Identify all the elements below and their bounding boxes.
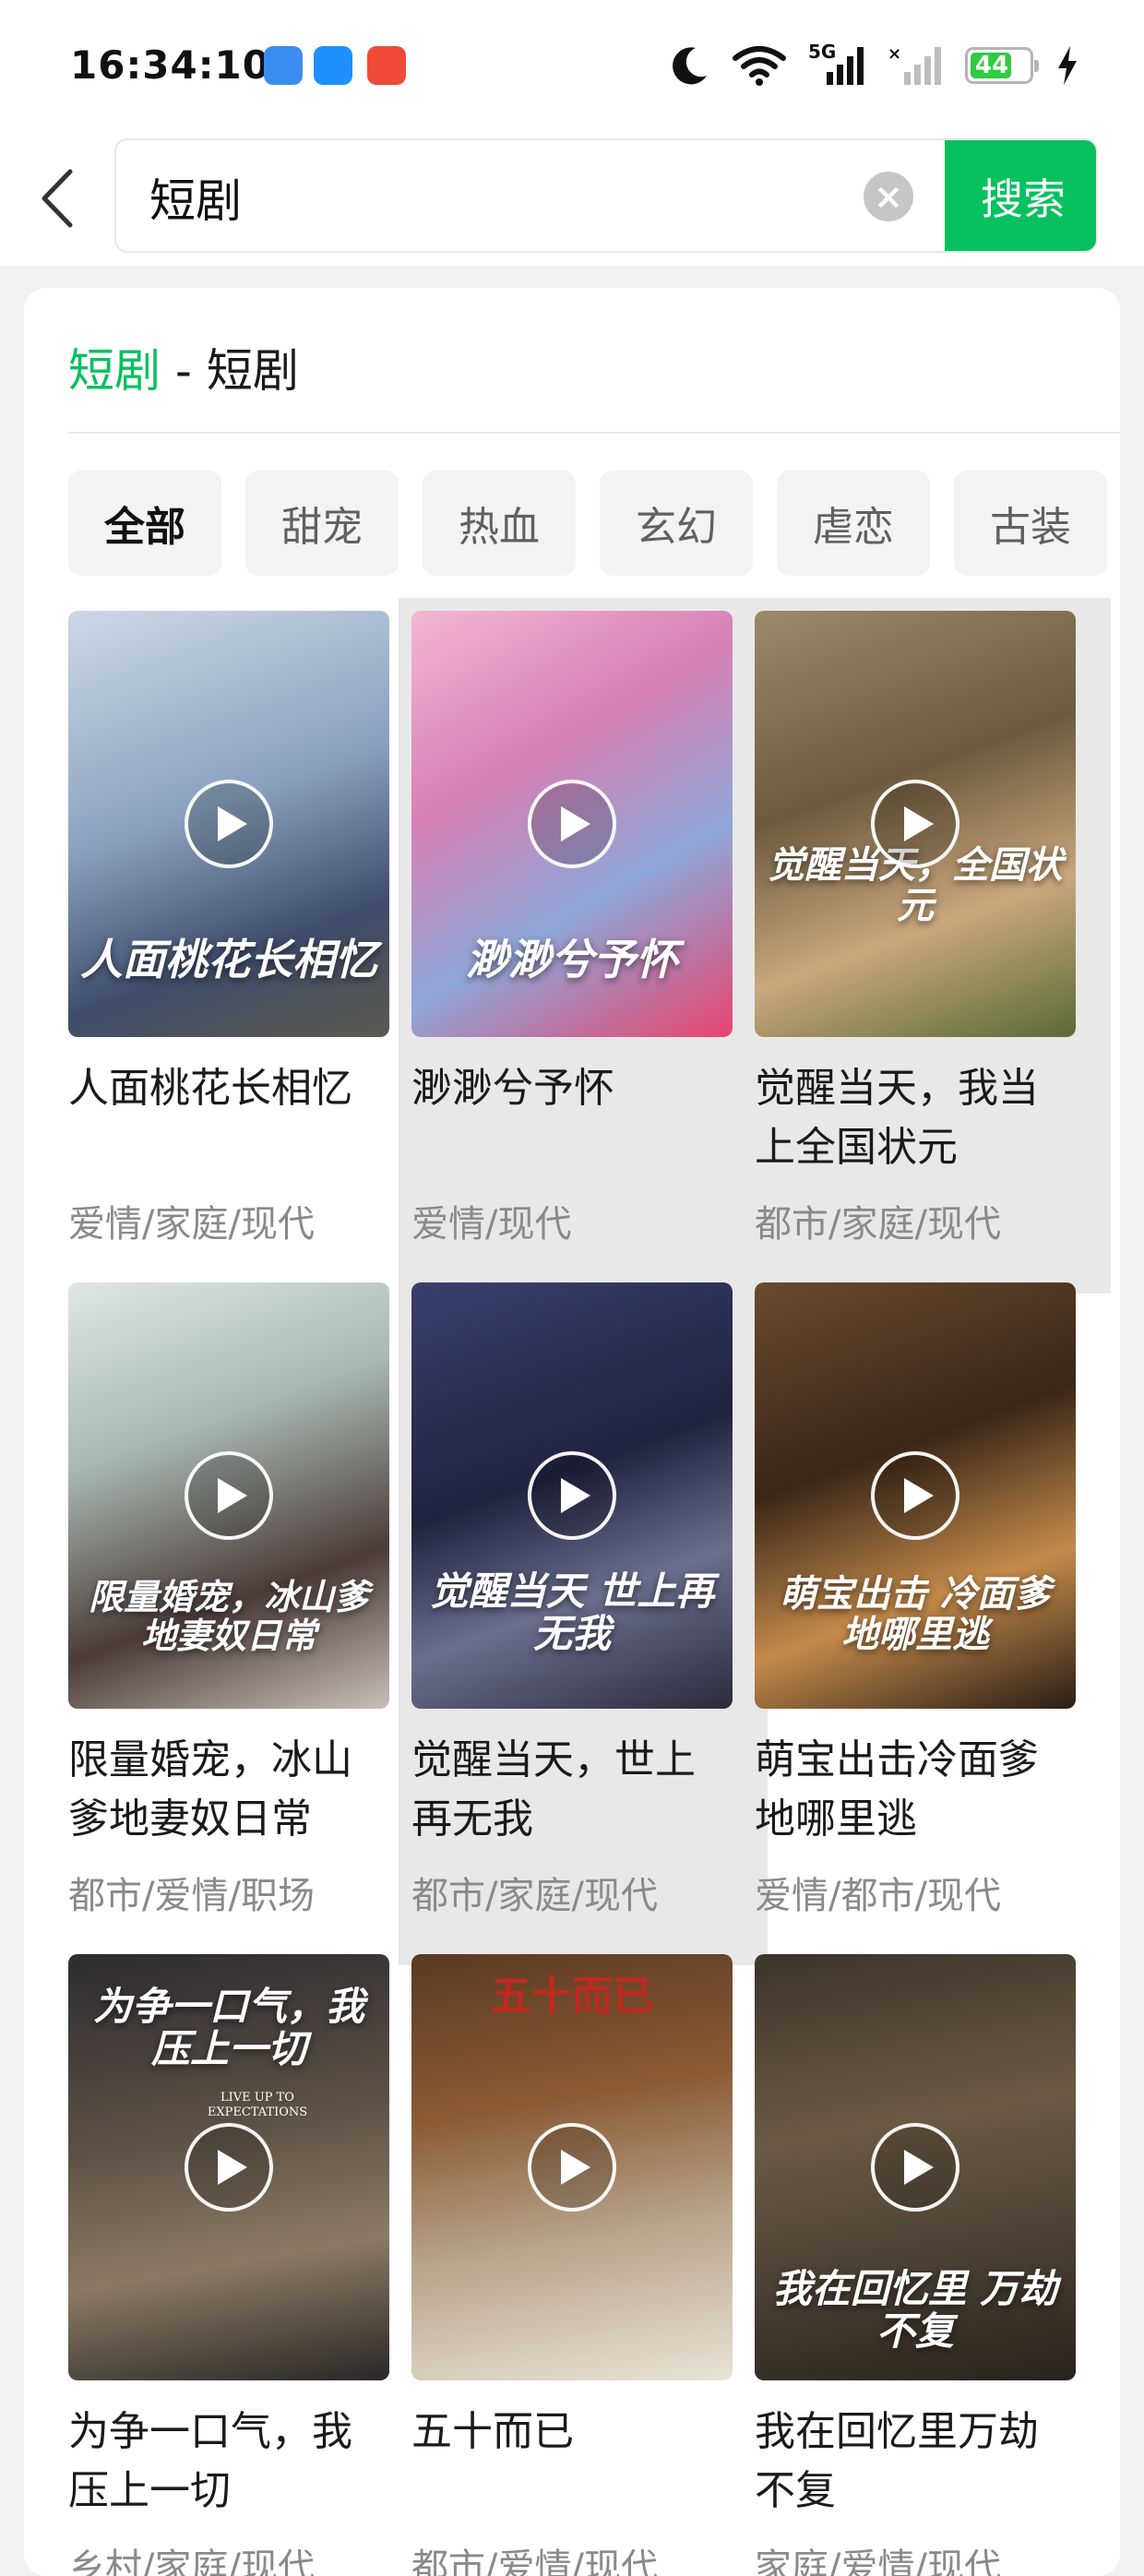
drama-tags: 都市/爱情/现代 (411, 2546, 658, 2576)
status-time: 16:34:10 (70, 42, 270, 88)
poster-image[interactable]: 五十而已 (411, 1954, 733, 2380)
battery-level: 44 (975, 52, 1009, 79)
drama-tags: 都市/家庭/现代 (755, 1203, 1001, 1246)
drama-title[interactable]: 渺渺兮予怀 (411, 1059, 733, 1118)
battery-icon: 44 (965, 47, 1039, 84)
svg-text:×: × (888, 44, 901, 64)
play-icon[interactable] (871, 780, 959, 868)
filter-chip-passion[interactable]: 热血 (423, 471, 576, 576)
filter-chip-fantasy[interactable]: 玄幻 (600, 471, 753, 576)
drama-card[interactable]: 为争一口气，我压上一切 LIVE UP TO EXPECTATIONS 为争一口… (68, 1954, 411, 2576)
results-title-rest: - 短剧 (161, 344, 299, 398)
drama-title[interactable]: 人面桃花长相忆 (68, 1059, 389, 1118)
drama-tags: 都市/爱情/职场 (68, 1875, 315, 1917)
search-input[interactable] (149, 161, 869, 234)
filter-chips: 全部 甜宠 热血 玄幻 虐恋 古装 (68, 471, 1107, 576)
poster-title: 五十而已 (491, 1973, 653, 2020)
play-icon[interactable] (185, 780, 273, 868)
drama-title[interactable]: 觉醒当天，世上再无我 (411, 1731, 733, 1849)
moon-icon (673, 47, 707, 85)
results-title-accent: 短剧 (68, 344, 161, 398)
play-icon[interactable] (528, 2123, 616, 2212)
drama-tags: 爱情/家庭/现代 (68, 1203, 315, 1246)
poster-image[interactable]: 为争一口气，我压上一切 LIVE UP TO EXPECTATIONS (68, 1954, 389, 2380)
drama-card[interactable]: 觉醒当天 世上再无我 觉醒当天，世上再无我 都市/家庭/现代 (399, 1270, 768, 1965)
poster-title: 萌宝出击 冷面爹地哪里逃 (780, 1572, 1051, 1656)
search-button[interactable]: 搜索 (945, 140, 1096, 251)
app-notification-icon (264, 46, 303, 85)
search-box: × 搜索 (114, 138, 1098, 253)
poster-title: 限量婚宠，冰山爹地妻奴日常 (88, 1576, 369, 1657)
drama-title[interactable]: 五十而已 (411, 2403, 733, 2462)
drama-card[interactable]: 我在回忆里 万劫不复 我在回忆里万劫不复 家庭/爱情/现代 (755, 1954, 1098, 2576)
browser-notification-icon (314, 46, 352, 85)
poster-title: 我在回忆里 万劫不复 (772, 2265, 1058, 2354)
play-icon[interactable] (185, 2123, 273, 2212)
wifi-icon (733, 46, 786, 86)
drama-title[interactable]: 为争一口气，我压上一切 (68, 2403, 389, 2521)
divider (68, 432, 1120, 434)
poster-image[interactable]: 萌宝出击 冷面爹地哪里逃 (755, 1282, 1076, 1709)
results-card: 短剧 - 短剧 全部 甜宠 热血 玄幻 虐恋 古装 人面桃花长相忆 人面桃花长相… (24, 288, 1120, 2576)
drama-card[interactable]: 限量婚宠，冰山爹地妻奴日常 限量婚宠，冰山爹地妻奴日常 都市/爱情/职场 (68, 1282, 411, 1952)
drama-title[interactable]: 萌宝出击冷面爹地哪里逃 (755, 1731, 1076, 1849)
drama-tags: 都市/家庭/现代 (411, 1875, 658, 1917)
drama-tags: 爱情/现代 (411, 1203, 572, 1246)
drama-card[interactable]: 萌宝出击 冷面爹地哪里逃 萌宝出击冷面爹地哪里逃 爱情/都市/现代 (755, 1282, 1098, 1952)
drama-card[interactable]: 五十而已 五十而已 都市/爱情/现代 (411, 1954, 755, 2576)
poster-image[interactable]: 渺渺兮予怀 (411, 611, 733, 1037)
play-icon[interactable] (528, 1451, 616, 1540)
results-title: 短剧 - 短剧 (68, 334, 299, 400)
drama-tags: 家庭/爱情/现代 (755, 2546, 1001, 2576)
poster-image[interactable]: 限量婚宠，冰山爹地妻奴日常 (68, 1282, 389, 1709)
charging-icon (1058, 46, 1077, 85)
poster-title: 渺渺兮予怀 (466, 935, 678, 985)
play-icon[interactable] (528, 780, 616, 868)
drama-card[interactable]: 人面桃花长相忆 人面桃花长相忆 爱情/家庭/现代 (68, 611, 411, 1281)
play-icon[interactable] (185, 1451, 273, 1540)
drama-card[interactable]: 渺渺兮予怀 渺渺兮予怀 爱情/现代 (399, 598, 768, 1294)
play-icon[interactable] (871, 1451, 959, 1540)
poster-title: 觉醒当天 世上再无我 (429, 1568, 715, 1656)
search-header: × 搜索 (0, 120, 1144, 266)
chevron-left-icon[interactable] (35, 166, 81, 231)
poster-image[interactable]: 觉醒当天 世上再无我 (411, 1282, 733, 1709)
filter-chip-costume[interactable]: 古装 (954, 471, 1107, 576)
status-bar: 16:34:10 5G × 44 (0, 0, 1144, 138)
play-icon[interactable] (871, 2123, 959, 2212)
poster-image[interactable]: 我在回忆里 万劫不复 (755, 1954, 1076, 2380)
video-notification-icon (367, 46, 406, 85)
poster-subtitle: LIVE UP TO EXPECTATIONS (207, 2091, 308, 2119)
poster-title: 人面桃花长相忆 (80, 935, 377, 985)
drama-title[interactable]: 限量婚宠，冰山爹地妻奴日常 (68, 1731, 389, 1849)
drama-title[interactable]: 我在回忆里万劫不复 (755, 2403, 1076, 2521)
drama-card[interactable]: 觉醒当天，全国状元 觉醒当天，我当上全国状元 都市/家庭/现代 (742, 598, 1111, 1294)
clear-icon[interactable]: × (864, 172, 913, 221)
poster-title: 为争一口气，我压上一切 (92, 1984, 364, 2072)
poster-image[interactable]: 人面桃花长相忆 (68, 611, 389, 1037)
filter-chip-all[interactable]: 全部 (68, 471, 221, 576)
signal-no-sim-icon: × (888, 44, 941, 85)
poster-image[interactable]: 觉醒当天，全国状元 (755, 611, 1076, 1037)
signal-5g-icon: 5G (808, 41, 865, 87)
drama-tags: 乡村/家庭/现代 (68, 2546, 315, 2576)
filter-chip-sweet[interactable]: 甜宠 (245, 471, 399, 576)
drama-tags: 爱情/都市/现代 (755, 1875, 1001, 1917)
drama-title[interactable]: 觉醒当天，我当上全国状元 (755, 1059, 1076, 1177)
filter-chip-tragic-love[interactable]: 虐恋 (777, 471, 930, 576)
